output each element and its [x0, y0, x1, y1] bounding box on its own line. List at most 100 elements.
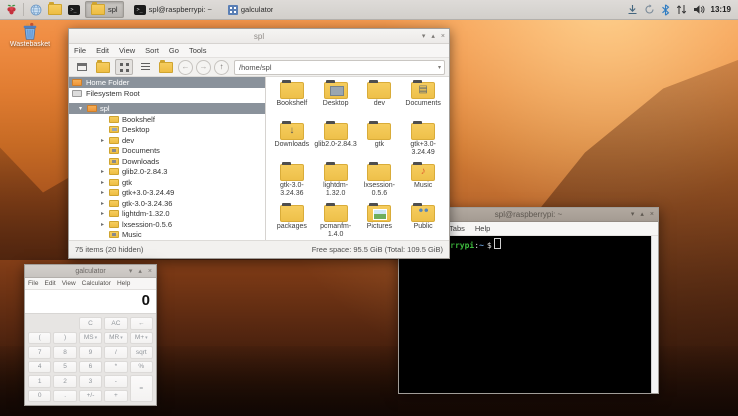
- tree-item[interactable]: gtk+3.0-3.24.49: [69, 188, 265, 199]
- calc-key-open-paren[interactable]: (: [28, 332, 51, 345]
- clock[interactable]: 13:19: [711, 5, 731, 14]
- tree-item[interactable]: Downloads: [69, 156, 265, 167]
- maximize-icon[interactable]: ▴: [640, 211, 644, 218]
- tree-item[interactable]: gtk-3.0-3.24.36: [69, 198, 265, 209]
- file-item[interactable]: packages: [270, 203, 314, 231]
- menu-view[interactable]: View: [114, 44, 140, 57]
- compact-view-button[interactable]: [136, 59, 154, 75]
- file-manager-launcher[interactable]: [47, 2, 62, 17]
- new-tab-button[interactable]: [73, 59, 91, 75]
- taskbar-task-terminal[interactable]: >_ spl@raspberrypi: ~: [128, 1, 218, 18]
- file-item[interactable]: Downloads: [270, 121, 314, 149]
- file-item[interactable]: lightdm-1.32.0: [314, 162, 358, 198]
- calc-key-memory-plus[interactable]: M+: [130, 332, 153, 345]
- taskbar-task-file-manager[interactable]: spl: [85, 1, 124, 18]
- start-menu-button[interactable]: [4, 2, 19, 17]
- calc-key-8[interactable]: 8: [53, 346, 76, 359]
- file-item[interactable]: Pictures: [358, 203, 402, 231]
- expander-icon[interactable]: [99, 200, 106, 207]
- calc-key-6[interactable]: 6: [79, 361, 102, 374]
- tree-item[interactable]: Music: [69, 230, 265, 241]
- file-item[interactable]: gtk-3.0-3.24.36: [270, 162, 314, 198]
- minimize-icon[interactable]: ▾: [422, 33, 426, 40]
- place-filesystem-root[interactable]: Filesystem Root: [69, 88, 265, 99]
- tree-item[interactable]: Bookshelf: [69, 114, 265, 125]
- calc-key-sqrt[interactable]: sqrt: [130, 346, 153, 359]
- calc-key-2[interactable]: 2: [53, 375, 76, 388]
- menu-edit[interactable]: Edit: [91, 44, 114, 57]
- calc-key-memory-store[interactable]: MS: [79, 332, 102, 345]
- menu-go[interactable]: Go: [164, 44, 184, 57]
- tree-item[interactable]: Documents: [69, 146, 265, 157]
- close-icon[interactable]: ×: [148, 268, 152, 275]
- calc-key-0[interactable]: 0: [28, 390, 51, 403]
- tree-item[interactable]: lightdm-1.32.0: [69, 209, 265, 220]
- file-manager-titlebar[interactable]: spl ▾ ▴ ×: [69, 29, 449, 44]
- calc-key-clear[interactable]: C: [79, 317, 102, 330]
- menu-file[interactable]: File: [69, 44, 91, 57]
- menu-help[interactable]: Help: [114, 278, 133, 289]
- file-item[interactable]: Documents: [401, 80, 445, 108]
- menu-file[interactable]: File: [25, 278, 41, 289]
- icon-view-button[interactable]: [115, 59, 133, 75]
- calc-key-close-paren[interactable]: ): [53, 332, 76, 345]
- file-item[interactable]: glib2.0-2.84.3: [314, 121, 358, 149]
- expander-icon[interactable]: [99, 137, 106, 144]
- tree-item[interactable]: gtk: [69, 177, 265, 188]
- terminal-output[interactable]: spl@raspberrypi:~$: [399, 236, 658, 393]
- updates-tray-icon[interactable]: [644, 4, 655, 15]
- tree-item-root[interactable]: ▾ spl: [69, 103, 265, 114]
- forward-button[interactable]: →: [196, 60, 211, 75]
- file-item[interactable]: Public: [401, 203, 445, 231]
- menu-edit[interactable]: Edit: [41, 278, 58, 289]
- expander-icon[interactable]: [99, 210, 106, 217]
- place-home-folder[interactable]: Home Folder: [69, 77, 265, 88]
- volume-tray-icon[interactable]: [693, 4, 705, 15]
- calc-key-plus[interactable]: +: [104, 390, 127, 403]
- menu-help[interactable]: Help: [470, 222, 495, 235]
- path-dropdown-icon[interactable]: ▾: [438, 64, 444, 71]
- minimize-icon[interactable]: ▾: [631, 211, 635, 218]
- calc-key-1[interactable]: 1: [28, 375, 51, 388]
- tree-item[interactable]: glib2.0-2.84.3: [69, 167, 265, 178]
- file-item[interactable]: pcmanfm-1.4.0: [314, 203, 358, 239]
- tree-item[interactable]: lxsession-0.5.6: [69, 219, 265, 230]
- calc-key-7[interactable]: 7: [28, 346, 51, 359]
- minimize-icon[interactable]: ▾: [129, 268, 133, 275]
- network-tray-icon[interactable]: [676, 4, 687, 15]
- calc-key-equals[interactable]: =: [130, 375, 153, 402]
- terminal-scrollbar[interactable]: [651, 236, 658, 393]
- expander-icon[interactable]: ▾: [77, 105, 84, 112]
- expander-icon[interactable]: [99, 168, 106, 175]
- wastebasket-desktop-icon[interactable]: Wastebasket: [4, 22, 56, 48]
- file-item[interactable]: gtk+3.0-3.24.49: [401, 121, 445, 157]
- calc-key-4[interactable]: 4: [28, 361, 51, 374]
- file-item[interactable]: gtk: [358, 121, 402, 149]
- taskbar-task-galculator[interactable]: galculator: [222, 1, 280, 18]
- expander-icon[interactable]: [99, 179, 106, 186]
- calc-key-9[interactable]: 9: [79, 346, 102, 359]
- bluetooth-tray-icon[interactable]: [661, 4, 670, 16]
- calculator-titlebar[interactable]: galculator ▾ ▴ ×: [25, 265, 156, 278]
- download-tray-icon[interactable]: [627, 4, 638, 15]
- tree-item[interactable]: Desktop: [69, 125, 265, 136]
- close-icon[interactable]: ×: [650, 211, 654, 218]
- menu-tools[interactable]: Tools: [184, 44, 212, 57]
- calc-key-divide[interactable]: /: [104, 346, 127, 359]
- up-button[interactable]: ↑: [214, 60, 229, 75]
- file-item[interactable]: lxsession-0.5.6: [358, 162, 402, 198]
- expander-icon[interactable]: [99, 189, 106, 196]
- home-button[interactable]: [157, 59, 175, 75]
- menu-calculator[interactable]: Calculator: [79, 278, 114, 289]
- calc-key-5[interactable]: 5: [53, 361, 76, 374]
- tree-item[interactable]: dev: [69, 135, 265, 146]
- maximize-icon[interactable]: ▴: [138, 268, 142, 275]
- close-icon[interactable]: ×: [441, 33, 445, 40]
- web-browser-launcher[interactable]: [28, 2, 43, 17]
- file-item[interactable]: Bookshelf: [270, 80, 314, 108]
- calc-key-decimal[interactable]: .: [53, 390, 76, 403]
- calc-key-backspace[interactable]: ←: [130, 317, 153, 330]
- file-item[interactable]: Desktop: [314, 80, 358, 108]
- maximize-icon[interactable]: ▴: [431, 33, 435, 40]
- calc-key-3[interactable]: 3: [79, 375, 102, 388]
